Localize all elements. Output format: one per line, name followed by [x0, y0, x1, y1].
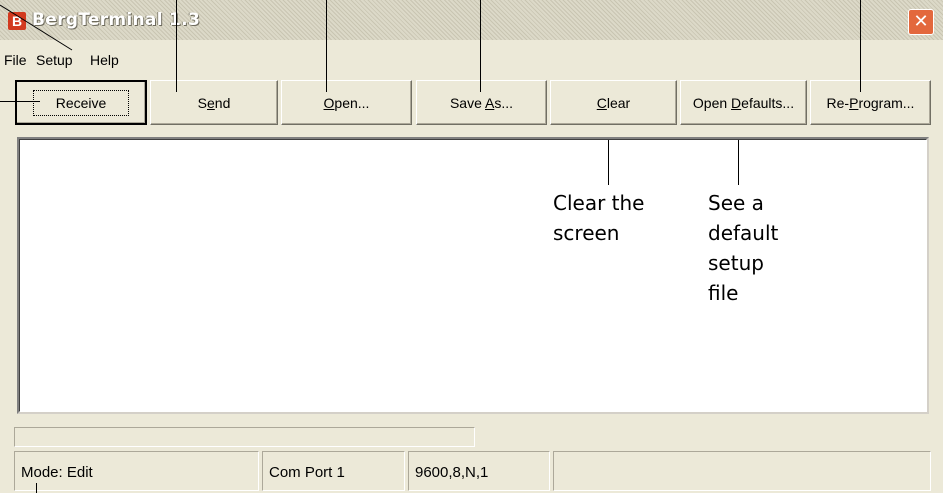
- close-button[interactable]: ✕: [908, 9, 934, 35]
- status-serial-settings: 9600,8,N,1: [408, 451, 550, 491]
- status-com-port: Com Port 1: [262, 451, 405, 491]
- callout-line-send: [176, 0, 177, 92]
- open-button[interactable]: Open...: [281, 80, 412, 125]
- open-label: Open...: [323, 94, 370, 111]
- callout-line-clear: [608, 140, 609, 185]
- callout-line-reprogram: [860, 0, 861, 92]
- open-defaults-button[interactable]: Open Defaults...: [680, 80, 807, 125]
- terminal-output-area[interactable]: [17, 137, 929, 414]
- reprogram-button[interactable]: Re-Program...: [810, 80, 931, 125]
- title-bar[interactable]: B BergTerminal 1.3 ✕: [0, 0, 943, 40]
- status-mode: Mode: Edit: [14, 451, 259, 491]
- status-extra: [553, 451, 931, 491]
- receive-button[interactable]: Receive: [15, 80, 147, 125]
- callout-line-open: [326, 0, 327, 92]
- annotation-defaults: See a default setup file: [708, 191, 779, 305]
- close-icon: ✕: [913, 11, 929, 32]
- callout-line-mode: [36, 483, 37, 493]
- send-button[interactable]: Send: [150, 80, 278, 125]
- callout-line-save-as: [480, 0, 481, 92]
- callout-line-defaults: [738, 140, 739, 185]
- save-as-button[interactable]: Save As...: [416, 80, 547, 125]
- send-label: Send: [197, 94, 231, 111]
- callout-line-receive: [0, 101, 40, 102]
- reprogram-label: Re-Program...: [826, 94, 915, 111]
- callout-line-setup: [0, 4, 73, 51]
- receive-button-label: Receive: [32, 89, 130, 116]
- clear-button[interactable]: Clear: [550, 80, 677, 125]
- annotation-clear: Clear the screen: [553, 191, 645, 245]
- open-defaults-label: Open Defaults...: [692, 94, 795, 111]
- app-window: B BergTerminal 1.3 ✕ File Setup Help Rec…: [0, 0, 943, 493]
- progress-bar: [14, 427, 475, 447]
- output-inner-border: [19, 139, 927, 412]
- save-as-label: Save As...: [449, 94, 514, 111]
- menu-help[interactable]: Help: [90, 52, 119, 68]
- clear-label: Clear: [596, 94, 631, 111]
